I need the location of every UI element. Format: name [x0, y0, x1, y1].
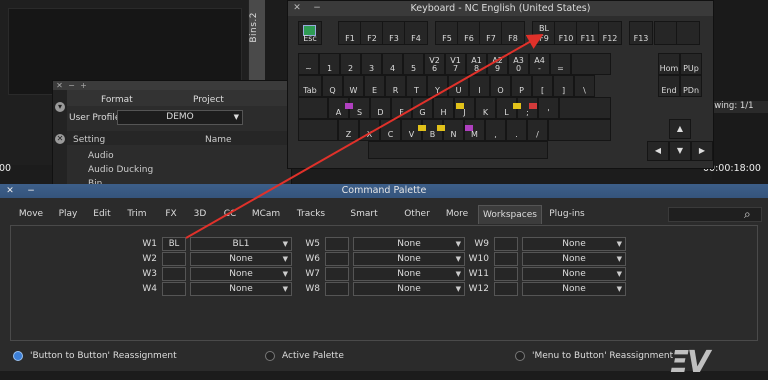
annotation-arrow [185, 34, 544, 239]
arrow-line [185, 34, 544, 239]
